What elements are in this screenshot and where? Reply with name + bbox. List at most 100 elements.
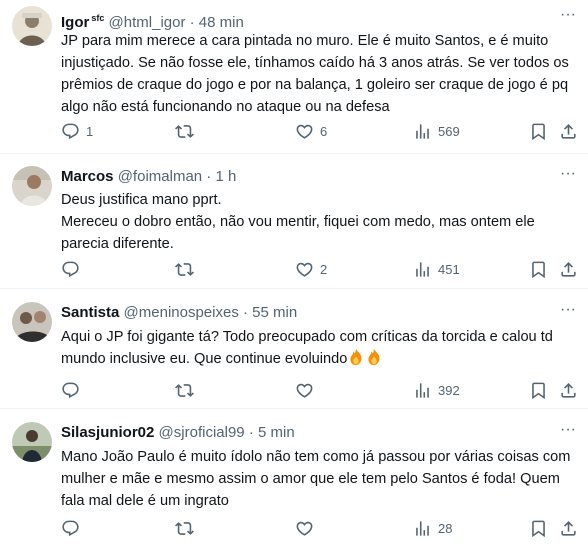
tweet-header: Marcos @foimalman · 1 h — [61, 167, 548, 187]
tweet-header: Santista @meninospeixes · 55 min — [61, 303, 548, 323]
like-button[interactable]: 6 — [295, 121, 327, 141]
retweet-icon — [175, 383, 194, 397]
heart-icon — [296, 262, 313, 277]
display-name[interactable]: Santista — [61, 304, 119, 321]
tweet-header: Silasjunior02 @sjroficial99 · 5 min — [61, 423, 548, 443]
retweet-icon — [175, 124, 194, 138]
tweet-text: Deus justifica mano pprt. Mereceu o dobr… — [61, 189, 574, 255]
avatar[interactable] — [12, 422, 52, 462]
fire-emoji-icon — [368, 348, 380, 366]
reply-button[interactable]: 1 — [61, 121, 93, 141]
bookmark-button[interactable] — [529, 121, 548, 141]
timestamp[interactable]: 1 h — [215, 168, 236, 185]
retweet-button[interactable] — [175, 380, 194, 400]
user-handle[interactable]: @html_igor — [109, 14, 186, 31]
tweet-text-line: Mereceu o dobro então, não vou mentir, f… — [61, 214, 535, 252]
share-button[interactable] — [559, 380, 578, 400]
views-icon — [416, 382, 429, 398]
more-icon: ··· — [560, 6, 576, 23]
views-button[interactable]: 392 — [413, 380, 460, 400]
replies-feed: Igor sfc @html_igor · 48 min ··· JP para … — [0, 0, 588, 550]
share-icon — [561, 261, 576, 277]
fire-emoji-icon — [350, 348, 362, 366]
user-handle[interactable]: @sjroficial99 — [159, 424, 245, 441]
tweet-santista[interactable]: Santista @meninospeixes · 55 min ··· Aqu… — [0, 290, 588, 409]
retweet-button[interactable] — [175, 518, 194, 538]
separator-dot: · — [206, 168, 212, 185]
more-options-button[interactable]: ··· — [558, 301, 578, 323]
reply-count: 1 — [86, 123, 94, 139]
share-icon — [561, 520, 576, 536]
avatar[interactable] — [12, 6, 52, 46]
share-icon — [561, 123, 576, 139]
action-bar: 28 — [61, 518, 578, 538]
tweet-marcos[interactable]: Marcos @foimalman · 1 h ··· Deus justifi… — [0, 155, 588, 289]
views-button[interactable]: 28 — [413, 518, 452, 538]
reply-button[interactable] — [61, 518, 80, 538]
separator-dot: · — [243, 304, 248, 321]
tweet-header: Igor sfc @html_igor · 48 min — [61, 8, 548, 31]
share-icon — [561, 382, 576, 398]
retweet-icon — [175, 521, 194, 535]
retweet-button[interactable] — [175, 121, 194, 141]
more-icon: ··· — [560, 301, 576, 318]
views-button[interactable]: 451 — [413, 259, 460, 279]
more-options-button[interactable]: ··· — [558, 6, 578, 28]
share-button[interactable] — [559, 259, 578, 279]
more-icon: ··· — [560, 421, 576, 438]
bookmark-icon — [532, 382, 545, 399]
avatar[interactable] — [12, 302, 52, 342]
views-count: 28 — [438, 520, 453, 536]
separator-dot: · — [189, 14, 195, 31]
bookmark-icon — [532, 123, 545, 140]
like-count: 6 — [320, 123, 328, 139]
timestamp[interactable]: 48 min — [199, 14, 244, 31]
display-name[interactable]: Igor — [61, 14, 89, 31]
reply-icon — [62, 382, 79, 398]
views-count: 392 — [438, 382, 460, 398]
heart-icon — [296, 383, 313, 398]
heart-icon — [296, 124, 313, 139]
share-button[interactable] — [559, 518, 578, 538]
retweet-icon — [175, 262, 194, 276]
tweet-text: Aqui o JP foi gigante tá? Todo preocupad… — [61, 326, 574, 370]
reply-icon — [62, 123, 79, 139]
more-options-button[interactable]: ··· — [558, 421, 578, 443]
bookmark-button[interactable] — [529, 259, 548, 279]
tweet-silasjunior02[interactable]: Silasjunior02 @sjroficial99 · 5 min ··· … — [0, 410, 588, 550]
views-count: 569 — [438, 123, 460, 139]
action-bar: 1 6 569 — [61, 121, 578, 141]
avatar[interactable] — [12, 166, 52, 206]
retweet-button[interactable] — [175, 259, 194, 279]
display-name[interactable]: Silasjunior02 — [61, 424, 154, 441]
action-bar: 2 451 — [61, 259, 578, 279]
views-button[interactable]: 569 — [413, 121, 460, 141]
timestamp[interactable]: 5 min — [258, 424, 295, 441]
views-icon — [416, 123, 429, 139]
bookmark-button[interactable] — [529, 518, 548, 538]
name-badge: sfc — [91, 13, 105, 23]
reply-button[interactable] — [61, 259, 80, 279]
more-icon: ··· — [560, 165, 576, 182]
bookmark-icon — [532, 520, 545, 537]
user-handle[interactable]: @meninospeixes — [124, 304, 239, 321]
reply-button[interactable] — [61, 380, 80, 400]
views-count: 451 — [438, 261, 460, 277]
share-button[interactable] — [559, 121, 578, 141]
like-count: 2 — [320, 261, 328, 277]
views-icon — [416, 520, 429, 536]
like-button[interactable] — [295, 518, 314, 538]
like-button[interactable] — [295, 380, 314, 400]
tweet-igor[interactable]: Igor sfc @html_igor · 48 min ··· JP para … — [0, 0, 588, 154]
like-button[interactable]: 2 — [295, 259, 327, 279]
tweet-text-line: Deus justifica mano pprt. — [61, 192, 222, 208]
timestamp[interactable]: 55 min — [252, 304, 297, 321]
bookmark-icon — [532, 261, 545, 278]
separator-dot: · — [248, 424, 254, 441]
display-name[interactable]: Marcos — [61, 168, 114, 185]
bookmark-button[interactable] — [529, 380, 548, 400]
more-options-button[interactable]: ··· — [558, 165, 578, 187]
reply-icon — [62, 261, 79, 277]
tweet-text: JP para mim merece a cara pintada no mur… — [61, 33, 569, 115]
user-handle[interactable]: @foimalman — [118, 168, 202, 185]
